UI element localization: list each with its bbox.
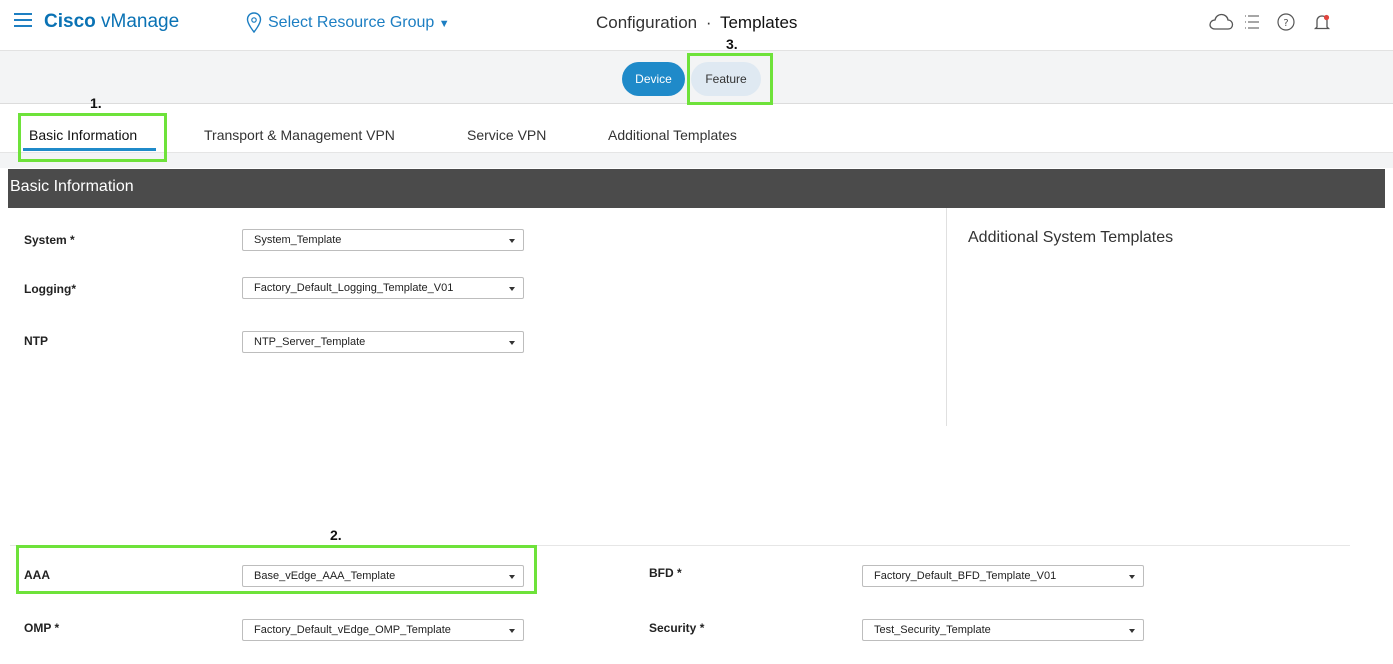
title-separator: · (705, 13, 712, 32)
annotation-step-3: 3. (726, 36, 738, 52)
page-title: Configuration · Templates (596, 13, 797, 33)
column-divider (946, 208, 947, 426)
page-title-section: Configuration (596, 13, 698, 32)
logging-template-value: Factory_Default_Logging_Template_V01 (254, 282, 454, 294)
brand-logo: Cisco vManage (44, 11, 179, 33)
resource-group-dropdown[interactable]: Select Resource Group ▼ (268, 14, 450, 32)
highlight-box-basic-information (18, 113, 167, 162)
security-template-value: Test_Security_Template (874, 624, 991, 636)
system-template-value: System_Template (254, 234, 342, 246)
dropdown-caret-icon (509, 239, 515, 243)
logging-template-select[interactable]: Factory_Default_Logging_Template_V01 (242, 277, 524, 299)
caret-down-icon: ▼ (438, 18, 450, 30)
tab-service-vpn[interactable]: Service VPN (467, 127, 546, 143)
tab-transport-management-vpn[interactable]: Transport & Management VPN (204, 127, 395, 143)
system-template-select[interactable]: System_Template (242, 229, 524, 251)
dropdown-caret-icon (1129, 575, 1135, 579)
security-template-select[interactable]: Test_Security_Template (862, 619, 1144, 641)
ntp-label: NTP (24, 334, 48, 348)
security-label: Security * (649, 621, 705, 635)
omp-template-select[interactable]: Factory_Default_vEdge_OMP_Template (242, 619, 524, 641)
section-title: Basic Information (10, 178, 134, 195)
ntp-template-select[interactable]: NTP_Server_Template (242, 331, 524, 353)
device-toggle-button[interactable]: Device (622, 62, 685, 96)
task-list-icon[interactable] (1243, 12, 1261, 37)
dropdown-caret-icon (509, 287, 515, 291)
system-label: System * (24, 233, 75, 247)
omp-label: OMP * (24, 621, 60, 635)
brand-product: vManage (101, 11, 180, 32)
brand-name: Cisco (44, 11, 96, 32)
highlight-box-aaa (16, 545, 537, 594)
content-spacer (0, 153, 1393, 168)
hamburger-icon[interactable] (14, 13, 32, 29)
section-header (8, 169, 1385, 208)
bfd-label: BFD * (649, 566, 682, 580)
bfd-template-select[interactable]: Factory_Default_BFD_Template_V01 (862, 565, 1144, 587)
resource-group-label: Select Resource Group (268, 14, 435, 31)
cloud-icon[interactable] (1208, 12, 1234, 37)
additional-system-templates-title: Additional System Templates (968, 229, 1174, 246)
page-title-current: Templates (719, 13, 798, 32)
highlight-box-feature (687, 53, 773, 105)
bell-icon[interactable] (1311, 12, 1333, 39)
ntp-template-value: NTP_Server_Template (254, 336, 366, 348)
location-pin-icon[interactable] (246, 12, 262, 39)
logging-label: Logging* (24, 282, 76, 296)
dropdown-caret-icon (1129, 629, 1135, 633)
annotation-step-1: 1. (90, 95, 102, 111)
help-icon[interactable]: ? (1276, 12, 1296, 37)
annotation-step-2: 2. (330, 527, 342, 543)
dropdown-caret-icon (509, 629, 515, 633)
tab-additional-templates[interactable]: Additional Templates (608, 127, 737, 143)
omp-template-value: Factory_Default_vEdge_OMP_Template (254, 624, 451, 636)
dropdown-caret-icon (509, 341, 515, 345)
bfd-template-value: Factory_Default_BFD_Template_V01 (874, 570, 1057, 582)
svg-text:?: ? (1283, 18, 1288, 29)
